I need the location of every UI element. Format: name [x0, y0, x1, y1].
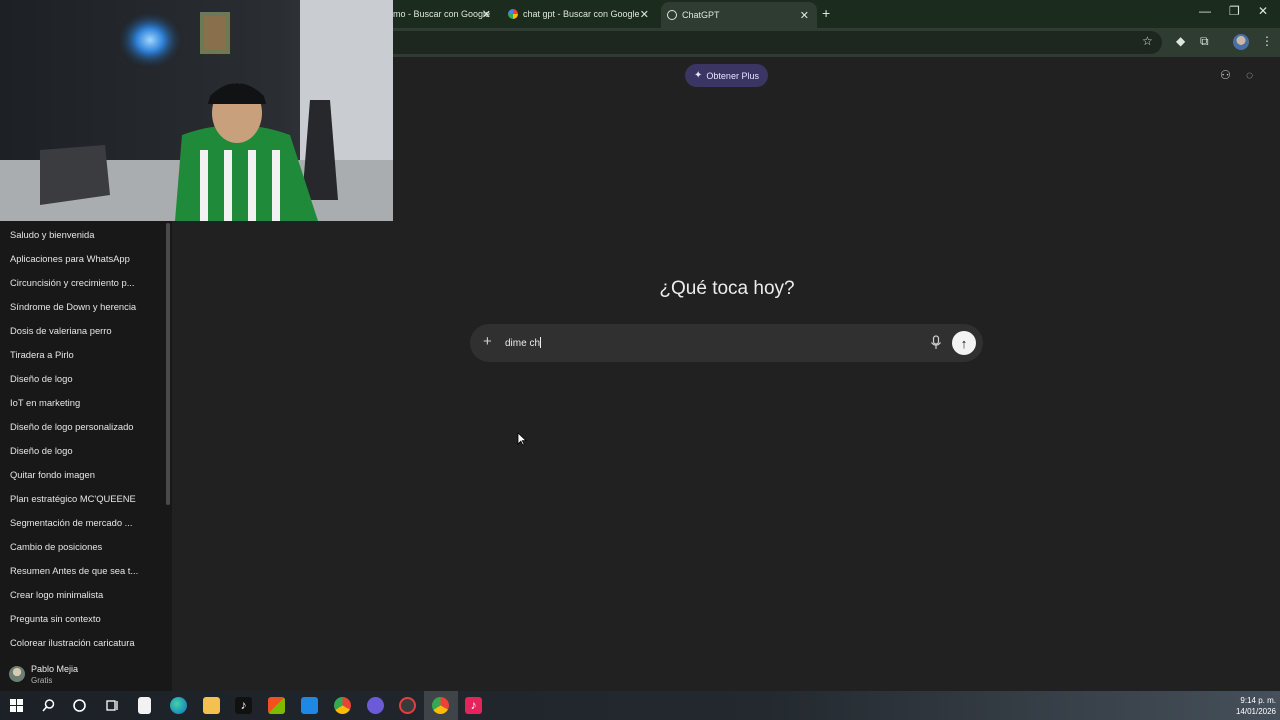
get-plus-label: Obtener Plus — [706, 70, 759, 81]
chat-history-item[interactable]: Colorear ilustración caricatura — [0, 631, 165, 655]
tab-title: chat gpt - Buscar con Google — [523, 9, 640, 19]
chat-history-item[interactable]: Tiradera a Pirlo — [0, 343, 165, 367]
chat-history-item[interactable]: Segmentación de mercado ... — [0, 511, 165, 535]
chat-history-item[interactable]: Circuncisión y crecimiento p... — [0, 271, 165, 295]
profile-icon[interactable] — [1233, 34, 1249, 50]
chat-history-list: Saludo y bienvenida Aplicaciones para Wh… — [0, 223, 165, 655]
windows-start-icon[interactable] — [8, 697, 25, 714]
menu-dots-icon[interactable]: ⋮ — [1261, 34, 1273, 48]
chat-history-item[interactable]: Plan estratégico MC'QUEENE — [0, 487, 165, 511]
chat-history-item[interactable]: Síndrome de Down y herencia — [0, 295, 165, 319]
user-name: Pablo Mejia — [31, 663, 79, 674]
file-icon[interactable] — [138, 697, 151, 714]
chat-history-item[interactable]: Resumen Antes de que sea t... — [0, 559, 165, 583]
get-plus-button[interactable]: ✦ Obtener Plus — [685, 64, 768, 87]
close-icon[interactable]: ✕ — [800, 9, 809, 22]
chat-history-item[interactable]: Crear logo minimalista — [0, 583, 165, 607]
mouse-cursor-icon — [517, 432, 527, 446]
tab-google-search-1[interactable]: mo - Buscar con Google ✕ — [393, 0, 499, 28]
microsoft-store-icon[interactable] — [268, 697, 285, 714]
clock-time: 9:14 p. m. — [1240, 696, 1276, 705]
puzzle-icon[interactable]: ⧉ — [1200, 34, 1209, 49]
tab-chatgpt[interactable]: ChatGPT ✕ — [661, 2, 817, 28]
system-clock[interactable]: 9:14 p. m. 14/01/2026 — [1236, 695, 1276, 717]
chatgpt-icon — [667, 10, 677, 20]
prompt-text: dime ch — [505, 338, 541, 349]
chat-history-item[interactable]: Diseño de logo personalizado — [0, 415, 165, 439]
close-window-icon[interactable]: ✕ — [1258, 4, 1268, 18]
temporary-chat-icon[interactable]: ◌ — [1246, 68, 1253, 82]
discord-icon[interactable] — [367, 697, 384, 714]
add-attachment-button[interactable]: + — [483, 333, 492, 350]
chrome-icon[interactable] — [334, 697, 351, 714]
bookmark-star-icon[interactable]: ☆ — [1142, 34, 1153, 48]
tab-title: ChatGPT — [682, 10, 720, 20]
chat-history-item[interactable]: Pregunta sin contexto — [0, 607, 165, 631]
close-icon[interactable]: ✕ — [482, 8, 491, 21]
chat-history-item[interactable]: Saludo y bienvenida — [0, 223, 165, 247]
user-account-menu[interactable]: Pablo Mejia Gratis — [0, 657, 172, 691]
microphone-icon[interactable] — [929, 335, 943, 351]
obs-icon[interactable] — [399, 697, 416, 714]
new-tab-button[interactable]: + — [822, 5, 830, 21]
chat-history-item[interactable]: Dosis de valeriana perro — [0, 319, 165, 343]
page-title: ¿Qué toca hoy? — [659, 278, 795, 299]
chat-history-item[interactable]: Cambio de posiciones — [0, 535, 165, 559]
prompt-composer[interactable]: + dime ch ↑ — [470, 324, 983, 362]
extension-icon[interactable]: ◆ — [1176, 34, 1185, 48]
share-user-icon[interactable]: ⚇ — [1220, 68, 1231, 82]
tab-title: mo - Buscar con Google — [393, 9, 491, 19]
user-plan: Gratis — [31, 675, 53, 685]
address-bar[interactable] — [392, 31, 1162, 54]
close-icon[interactable]: ✕ — [640, 8, 649, 21]
google-icon — [508, 9, 518, 19]
restore-icon[interactable]: ❐ — [1229, 4, 1240, 18]
avatar — [9, 666, 25, 682]
chat-history-item[interactable]: Diseño de logo — [0, 367, 165, 391]
user-info: Pablo Mejia Gratis — [31, 664, 78, 685]
edge-icon[interactable] — [170, 697, 187, 714]
sidebar-scrollbar[interactable] — [166, 223, 170, 505]
file-explorer-icon[interactable] — [203, 697, 220, 714]
windows-taskbar: ♪ ♪ 9:14 p. m. 14/01/2026 — [0, 691, 1280, 720]
webcam-overlay — [0, 0, 393, 221]
chat-history-item[interactable]: Quitar fondo imagen — [0, 463, 165, 487]
chat-history-item[interactable]: Aplicaciones para WhatsApp — [0, 247, 165, 271]
webcam-image — [0, 0, 393, 221]
clock-date: 14/01/2026 — [1235, 707, 1276, 716]
tiktok-icon[interactable]: ♪ — [235, 697, 252, 714]
prompt-input[interactable]: dime ch — [505, 337, 542, 349]
search-icon[interactable] — [40, 697, 57, 714]
chat-history-item[interactable]: Diseño de logo — [0, 439, 165, 463]
text-caret — [540, 337, 542, 348]
chrome-active-icon[interactable] — [432, 697, 449, 714]
mail-icon[interactable] — [301, 697, 318, 714]
sparkle-icon: ✦ — [694, 70, 703, 81]
cortana-icon[interactable] — [71, 697, 88, 714]
chat-history-item[interactable]: IoT en marketing — [0, 391, 165, 415]
task-view-icon[interactable] — [104, 697, 121, 714]
minimize-icon[interactable]: — — [1199, 4, 1211, 18]
tiktok-studio-icon[interactable]: ♪ — [465, 697, 482, 714]
tab-google-search-2[interactable]: chat gpt - Buscar con Google ✕ — [503, 0, 657, 28]
send-button[interactable]: ↑ — [952, 331, 976, 355]
